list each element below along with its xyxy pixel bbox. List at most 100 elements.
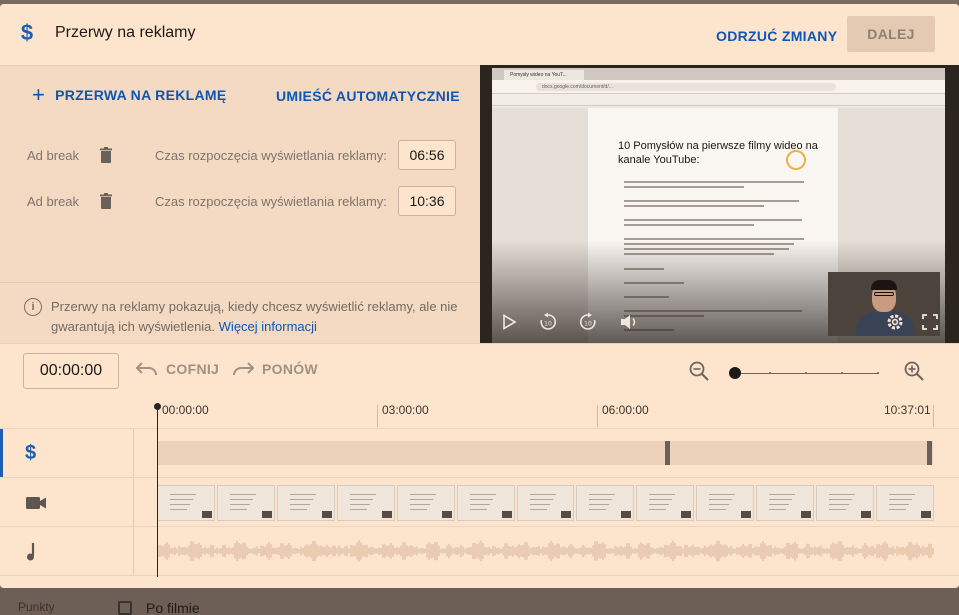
play-icon[interactable] xyxy=(498,311,520,333)
zoom-out-icon[interactable] xyxy=(688,360,710,382)
thumbnail-line xyxy=(170,509,187,510)
info-text: Przerwy na reklamy pokazują, kiedy chces… xyxy=(51,297,461,337)
ad-lane[interactable] xyxy=(157,441,933,465)
rewind-10-icon[interactable]: 10 xyxy=(537,311,559,333)
playhead-handle[interactable] xyxy=(154,403,161,410)
fullscreen-icon[interactable] xyxy=(919,311,941,333)
thumbnail-line xyxy=(769,494,796,495)
playhead[interactable] xyxy=(154,403,161,577)
discard-changes-button[interactable]: ODRZUĆ ZMIANY xyxy=(708,18,845,54)
thumbnail-webcam xyxy=(261,511,272,518)
start-time-input[interactable]: 06:56 xyxy=(398,140,456,170)
after-video-checkbox[interactable] xyxy=(118,601,132,615)
trash-icon[interactable] xyxy=(97,146,115,164)
add-ad-break-button[interactable]: + PRZERWA NA REKLAMĘ xyxy=(32,82,227,107)
ad-breaks-panel: + PRZERWA NA REKLAMĘ UMIEŚĆ AUTOMATYCZNI… xyxy=(0,65,480,343)
start-time-label: Czas rozpoczęcia wyświetlania reklamy: xyxy=(155,193,387,209)
slider-tick xyxy=(769,372,771,374)
zoom-slider-knob[interactable] xyxy=(729,367,741,379)
thumbnail-webcam xyxy=(621,511,632,518)
plus-icon: + xyxy=(32,82,46,107)
start-time-input[interactable]: 10:36 xyxy=(398,186,456,216)
zoom-slider[interactable] xyxy=(729,367,879,379)
after-video-label: Po filmie xyxy=(146,600,200,615)
track-header-ads: $ xyxy=(0,429,134,478)
thumbnail-line xyxy=(529,499,553,500)
thumbnail-line xyxy=(229,494,256,495)
thumbnail-line xyxy=(349,504,370,505)
docs-toolbar xyxy=(492,94,945,106)
thumbnail-line xyxy=(589,504,610,505)
ad-break-label: Ad break xyxy=(27,193,80,209)
thumbnail-line xyxy=(529,494,556,495)
video-thumbnail xyxy=(456,485,515,521)
thumbnail-line xyxy=(170,504,190,505)
thumbnail-webcam xyxy=(801,511,812,518)
settings-gear-icon[interactable] xyxy=(884,311,906,333)
thumbnail-line xyxy=(889,504,910,505)
auto-place-button[interactable]: UMIEŚĆ AUTOMATYCZNIE xyxy=(276,88,460,104)
thumbnail-line xyxy=(649,494,676,495)
redo-button[interactable]: PONÓW xyxy=(232,361,318,377)
start-time-label: Czas rozpoczęcia wyświetlania reklamy: xyxy=(155,147,387,163)
volume-icon[interactable] xyxy=(618,311,640,333)
ad-break-row: Ad break Czas rozpoczęcia wyświetlania r… xyxy=(27,140,467,170)
thumbnail-line xyxy=(409,494,436,495)
timecode-input[interactable]: 00:00:00 xyxy=(23,353,119,389)
ad-break-marker[interactable] xyxy=(927,441,932,465)
redo-icon xyxy=(233,362,254,376)
presenter-hair xyxy=(871,280,897,290)
video-preview[interactable]: Pomysły wideo na YouT... docs.google.com… xyxy=(480,65,959,343)
ad-break-marker[interactable] xyxy=(665,441,670,465)
browser-tab: Pomysły wideo na YouT... xyxy=(504,70,584,80)
thumbnail-line xyxy=(170,499,193,500)
video-thumbnail xyxy=(216,485,275,521)
audio-track[interactable] xyxy=(0,526,959,576)
ruler-mark xyxy=(377,405,378,427)
thumbnail-webcam xyxy=(861,511,872,518)
document-line xyxy=(624,186,744,188)
thumbnail-webcam xyxy=(561,511,572,518)
forward-10-icon[interactable]: 10 xyxy=(577,311,599,333)
document-line xyxy=(624,200,799,202)
browser-url: docs.google.com/document/d/... xyxy=(536,83,836,91)
thumbnail-line xyxy=(289,494,316,495)
thumbnail-line xyxy=(289,504,310,505)
ad-breaks-track[interactable]: $ xyxy=(0,428,959,478)
ad-break-row: Ad break Czas rozpoczęcia wyświetlania r… xyxy=(27,186,467,216)
thumbnail-line xyxy=(229,504,250,505)
learn-more-link[interactable]: Więcej informacji xyxy=(219,319,317,334)
timeline-ruler[interactable]: 00:00:00 03:00:00 06:00:00 10:37:01 xyxy=(0,402,959,428)
thumbnail-line xyxy=(469,499,493,500)
thumbnail-line xyxy=(769,499,793,500)
sidebar-behind-label: Punkty xyxy=(18,600,55,614)
thumbnail-line xyxy=(829,509,847,510)
undo-icon xyxy=(136,362,157,376)
ruler-mark xyxy=(597,405,598,427)
thumbnail-line xyxy=(289,509,307,510)
video-thumbnail xyxy=(756,485,815,521)
thumbnail-line xyxy=(829,499,853,500)
zoom-in-icon[interactable] xyxy=(903,360,925,382)
svg-text:10: 10 xyxy=(584,321,592,328)
video-camera-icon xyxy=(26,496,46,509)
trash-icon[interactable] xyxy=(97,192,115,210)
video-thumbnail xyxy=(876,485,934,521)
presenter-glasses xyxy=(874,292,894,296)
browser-address-bar: docs.google.com/document/d/... xyxy=(492,80,945,94)
next-button[interactable]: DALEJ xyxy=(847,16,935,52)
ruler-mark xyxy=(933,405,934,427)
video-track[interactable] xyxy=(0,477,959,527)
thumbnail-line xyxy=(229,509,247,510)
audio-waveform xyxy=(157,540,934,562)
undo-button[interactable]: COFNIJ xyxy=(136,361,219,377)
info-icon: i xyxy=(24,298,42,316)
slider-tick xyxy=(841,372,843,374)
thumbnail-webcam xyxy=(920,511,931,518)
ruler-label: 06:00:00 xyxy=(602,403,649,417)
thumbnail-line xyxy=(769,504,790,505)
thumbnail-webcam xyxy=(441,511,452,518)
document-line xyxy=(624,219,802,221)
slider-tick xyxy=(805,372,807,374)
after-video-option[interactable]: Po filmie xyxy=(118,600,200,615)
